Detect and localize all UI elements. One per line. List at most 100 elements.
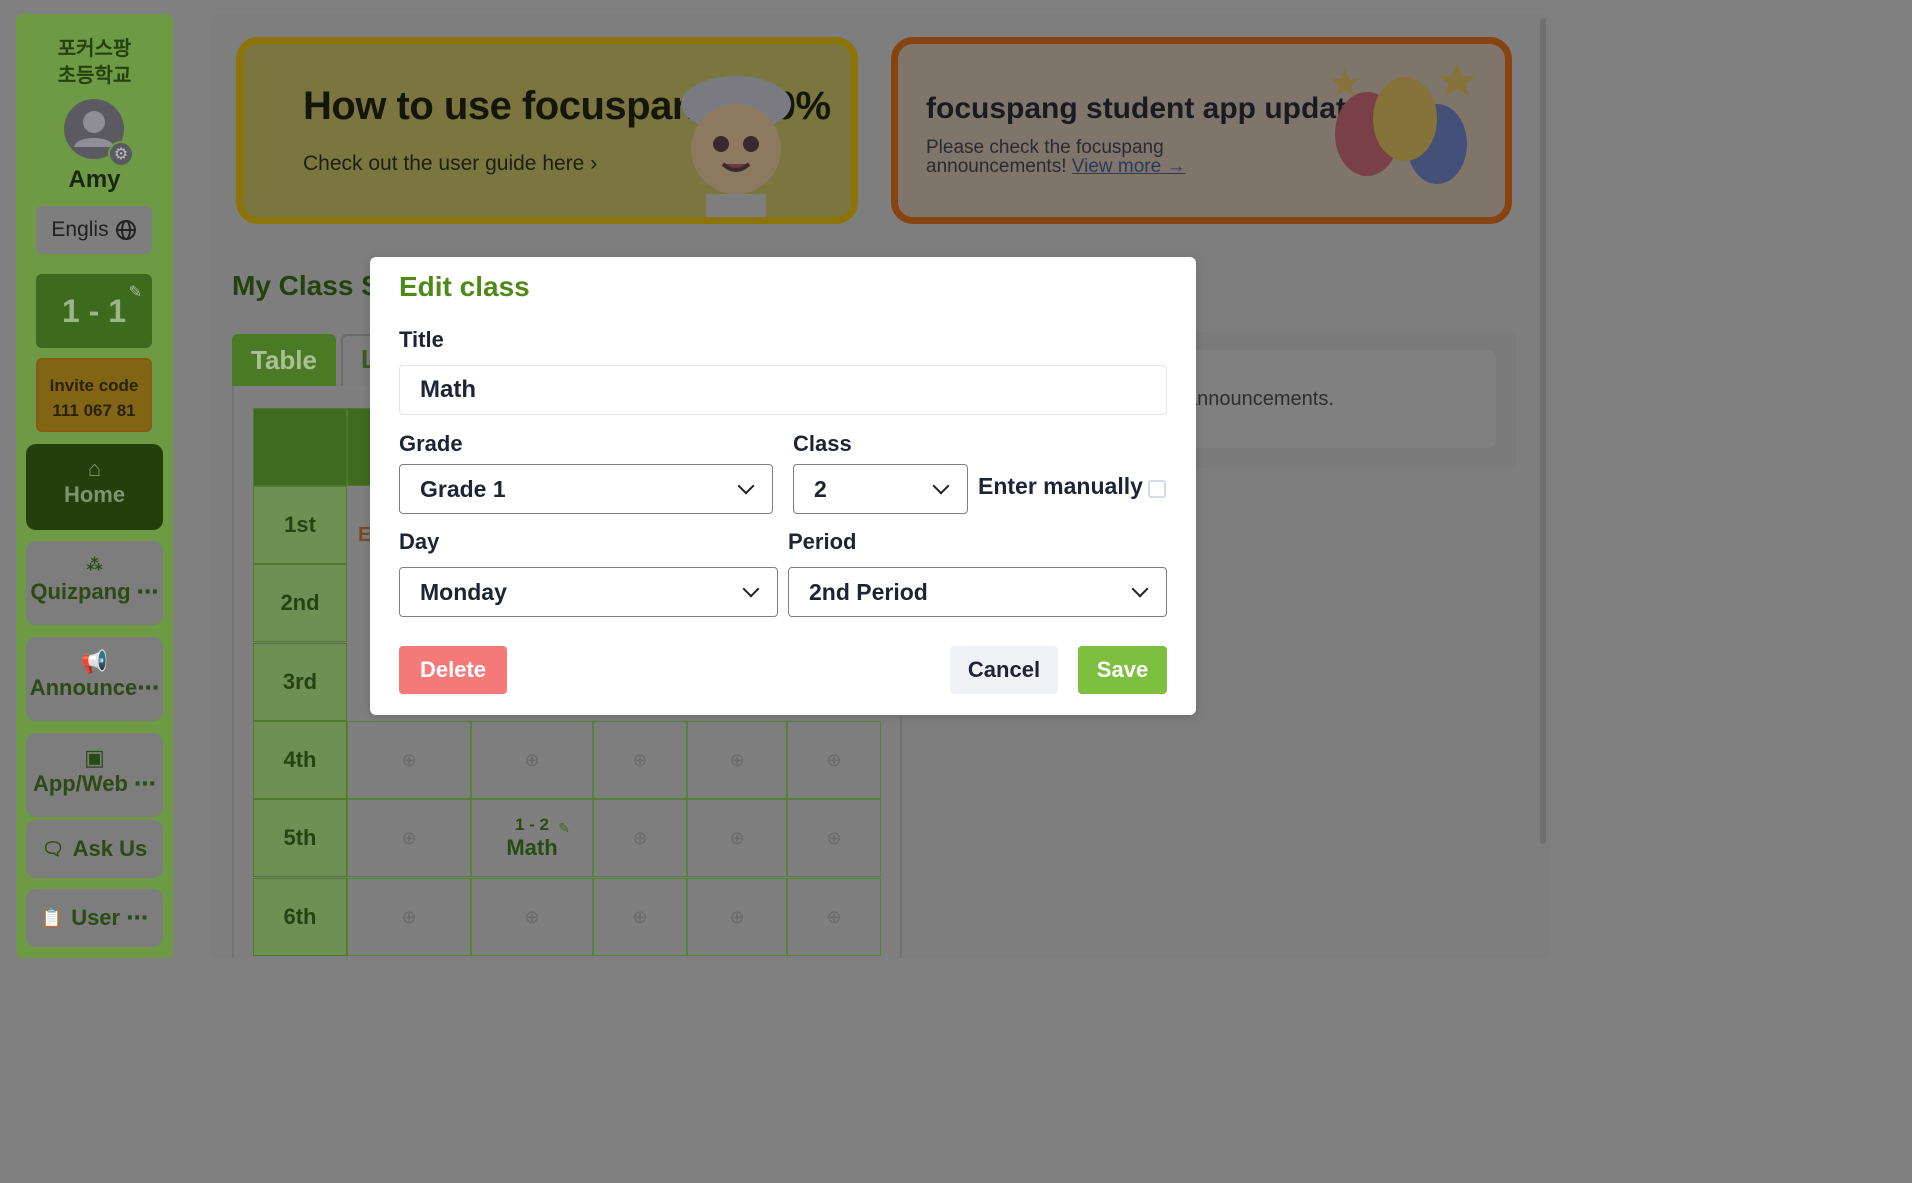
enter-manually-label: Enter manually [978, 473, 1143, 499]
nav-quizpang[interactable]: ⁂ Quizpang ⋯ [26, 541, 163, 625]
plus-circle-icon: ⊕ [729, 749, 745, 770]
language-label: Englis [51, 218, 109, 241]
chat-icon: 🗨 [41, 838, 65, 859]
gear-icon[interactable]: ⚙ [108, 141, 134, 167]
view-more-link[interactable]: View more → [1072, 156, 1186, 177]
save-button[interactable]: Save [1078, 646, 1167, 694]
title-label: Title [399, 327, 444, 352]
plus-circle-icon: ⊕ [729, 827, 745, 848]
class-entry-cell[interactable]: 1 - 2 Math ✎ [471, 799, 593, 877]
chevron-down-icon [742, 580, 760, 598]
plus-circle-icon: ⊕ [401, 906, 417, 927]
home-icon: ⌂ [87, 456, 102, 481]
grade-label: Grade [399, 431, 463, 456]
class-schedule-title: My Class S [232, 270, 380, 301]
period-label: 3rd [253, 643, 347, 721]
user-guide-banner[interactable]: How to use focuspang 100% Check out the … [236, 37, 858, 224]
update-banner-title: focuspang student app update [926, 92, 1363, 125]
clipboard-icon: 📋 [40, 907, 64, 928]
plus-circle-icon: ⊕ [524, 906, 540, 927]
nav-announcements-label: Announce⋯ [29, 675, 160, 700]
school-name-line2: 초등학교 [57, 65, 132, 87]
app-update-banner[interactable]: focuspang student app update Please chec… [891, 37, 1512, 224]
day-label: Day [399, 529, 440, 554]
class-select[interactable]: 2 [793, 464, 968, 514]
period-select-value: 2nd Period [809, 578, 928, 605]
add-class-cell[interactable]: ⊕ [787, 721, 881, 799]
enter-manually-checkbox[interactable] [1148, 480, 1166, 498]
add-class-cell[interactable]: ⊕ [593, 721, 687, 799]
add-class-cell[interactable]: ⊕ [593, 799, 687, 877]
add-class-cell[interactable]: ⊕ [471, 878, 593, 956]
scrollbar[interactable] [1540, 18, 1546, 844]
add-class-cell[interactable]: ⊕ [687, 721, 787, 799]
add-class-cell[interactable]: ⊕ [787, 799, 881, 877]
app-icon: ▣ [84, 745, 105, 770]
add-class-cell[interactable]: ⊕ [471, 721, 593, 799]
chevron-down-icon [1131, 580, 1149, 598]
pencil-icon[interactable]: ✎ [558, 820, 570, 837]
kid-illustration [681, 76, 791, 217]
class-entry-class: 1 - 2 [514, 815, 550, 834]
guide-banner-subtitle-text: Check out the user guide here [303, 152, 585, 175]
invite-code-box: Invite code 111 067 81 [36, 358, 152, 432]
title-input[interactable] [399, 365, 1167, 415]
class-select-value: 2 [814, 475, 827, 502]
add-class-cell[interactable]: ⊕ [347, 721, 471, 799]
chevron-right-icon: › [590, 152, 598, 175]
guide-banner-subtitle[interactable]: Check out the user guide here › [303, 152, 597, 176]
class-label: Class [793, 431, 852, 456]
add-class-cell[interactable]: ⊕ [347, 799, 471, 877]
chevron-down-icon [932, 477, 950, 495]
invite-code-value: 111 067 81 [52, 401, 136, 420]
plus-circle-icon: ⊕ [524, 749, 540, 770]
period-label: 6th [253, 878, 347, 956]
cancel-button[interactable]: Cancel [950, 646, 1058, 694]
megaphone-icon: 📢 [80, 649, 109, 674]
current-class-badge[interactable]: 1 - 1 ✎ [36, 274, 152, 348]
grade-select-value: Grade 1 [420, 475, 506, 502]
nav-user[interactable]: 📋 User ⋯ [26, 889, 163, 947]
grade-select[interactable]: Grade 1 [399, 464, 773, 514]
plus-circle-icon: ⊕ [632, 906, 648, 927]
day-select[interactable]: Monday [399, 567, 778, 617]
period-label: 1st [253, 486, 347, 564]
school-name: 포커스팡 초등학교 [16, 36, 173, 90]
add-class-cell[interactable]: ⊕ [593, 878, 687, 956]
plus-circle-icon: ⊕ [632, 827, 648, 848]
delete-button[interactable]: Delete [399, 646, 507, 694]
plus-circle-icon: ⊕ [826, 749, 842, 770]
tab-table[interactable]: Table [232, 334, 336, 387]
user-name: Amy [68, 166, 121, 193]
plus-circle-icon: ⊕ [826, 906, 842, 927]
pencil-icon[interactable]: ✎ [129, 282, 142, 302]
period-select[interactable]: 2nd Period [788, 567, 1167, 617]
add-class-cell[interactable]: ⊕ [687, 878, 787, 956]
class-badge-label: 1 - 1 [61, 292, 127, 329]
nav-announcements[interactable]: 📢 Announce⋯ [26, 637, 163, 721]
add-class-cell[interactable]: ⊕ [687, 799, 787, 877]
period-label: 4th [253, 721, 347, 799]
announcements-empty-text: announcements. [1186, 388, 1334, 410]
sidebar: 포커스팡 초등학교 ⚙ Amy Englis 1 - 1 ✎ Invite co… [16, 14, 173, 958]
nav-app-web[interactable]: ▣ App/Web ⋯ [26, 733, 163, 817]
quiz-icon: ⁂ [86, 557, 103, 574]
school-name-line1: 포커스팡 [57, 38, 132, 60]
invite-code-label: Invite code [49, 376, 139, 395]
nav-home[interactable]: ⌂ Home [26, 444, 163, 530]
period-label: 5th [253, 799, 347, 877]
update-banner-text: Please check the focuspang announcements… [926, 138, 1226, 176]
period-label: 2nd [253, 564, 347, 642]
nav-ask-us[interactable]: 🗨 Ask Us [26, 820, 163, 878]
chevron-down-icon [737, 477, 755, 495]
nav-user-label: User ⋯ [71, 905, 149, 930]
plus-circle-icon: ⊕ [729, 906, 745, 927]
timetable-corner [253, 408, 347, 486]
plus-circle-icon: ⊕ [401, 749, 417, 770]
language-button[interactable]: Englis [36, 206, 152, 254]
plus-circle-icon: ⊕ [826, 827, 842, 848]
add-class-cell[interactable]: ⊕ [787, 878, 881, 956]
add-class-cell[interactable]: ⊕ [347, 878, 471, 956]
modal-title: Edit class [399, 271, 530, 302]
nav-app-web-label: App/Web ⋯ [32, 771, 157, 796]
